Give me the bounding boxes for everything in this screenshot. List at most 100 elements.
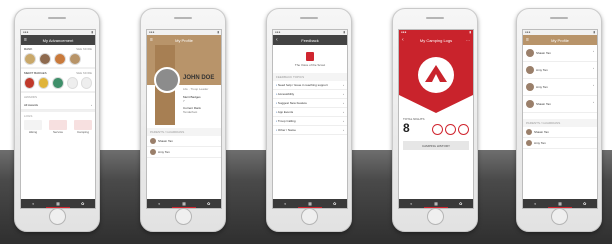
profile-name: JOHN DOE [183,75,215,81]
person-row[interactable]: Amy Tan › [523,62,597,79]
menu-icon[interactable]: ≡ [526,37,529,43]
tab-settings-icon[interactable]: ✿ [448,199,473,208]
home-button[interactable] [551,208,568,225]
camping-history-button[interactable]: CAMPING HISTORY [403,141,469,150]
tab-advancement-icon[interactable]: ▦ [45,199,71,208]
rank-badges-row [21,53,95,67]
tab-advancement-icon[interactable]: ▦ [297,199,323,208]
avatar [526,83,534,91]
log-item-service[interactable]: Service [49,120,67,134]
home-button[interactable] [175,208,192,225]
avatar [526,66,534,74]
topic-row[interactable]: ▪ Suggest New Feature › [273,99,347,108]
person-left: Shawn Tan [526,100,551,108]
tab-settings-icon[interactable]: ✿ [572,199,597,208]
avatar [526,49,534,57]
parents-label: PARENTS / GUARDIANS [150,130,185,134]
rank-badge-icon[interactable] [54,53,66,65]
topic-row[interactable]: ▪ Accessibility › [273,90,347,99]
person-name: Amy Tan [536,84,548,89]
merit-see-more-link[interactable]: SEE MORE [76,71,92,75]
merit-label: MERIT BADGES [24,71,47,75]
rank-badge-icon[interactable] [69,53,81,65]
parents-label: PARENTS / GUARDIANS [526,121,561,125]
merit-badge-icon[interactable] [24,77,36,89]
topic-row[interactable]: ▪ App Events › [273,108,347,117]
tab-advancement-icon[interactable]: ▦ [171,199,197,208]
app-header: ≡ My Profile [523,35,597,45]
rank-badge-icon[interactable] [24,53,36,65]
tab-advancement-icon[interactable]: ▦ [547,199,573,208]
merit-badge-empty-icon[interactable] [80,77,93,89]
feedback-hero: The Voice of the Scout [273,45,347,73]
tab-bar: ◐ ▦ ✿ [21,199,95,208]
tab-advancement-icon[interactable]: ▦ [423,199,449,208]
logs-label: LOGS [24,114,33,118]
person-row[interactable]: Amy Tan › [523,79,597,96]
back-icon[interactable]: ‹ [402,37,404,43]
tab-settings-icon[interactable]: ✿ [322,199,347,208]
page-title: My Profile [175,37,193,43]
rank-see-more-link[interactable]: SEE MORE [76,47,92,51]
avatar [526,129,532,135]
tab-settings-icon[interactable]: ✿ [196,199,221,208]
tab-bar: ◐ ▦ ✿ [399,199,473,208]
tab-home-icon[interactable]: ◐ [21,199,46,208]
chevron-right-icon: › [343,110,344,114]
tab-settings-icon[interactable]: ✿ [70,199,95,208]
topics-header: FEEDBACK TOPICS [273,73,347,81]
person-name: Shawn Tan [536,50,551,55]
app-header: ‹ My Camping Logs ⋯ [399,35,473,45]
phone-profile-switch: ●●● ▮ ≡ My Profile Shawn Tan › Amy Tan › Amy … [516,8,602,232]
menu-icon[interactable]: ≡ [150,37,153,43]
tab-home-icon[interactable]: ◐ [273,199,298,208]
log-item-hiking[interactable]: Hiking [24,120,42,134]
avatar [150,149,156,155]
topic-label: Need help / Issue in reaching support [277,83,328,87]
merit-badge-icon[interactable] [52,77,64,89]
feedback-flag-icon [306,51,314,61]
rank-badge-icon[interactable] [39,53,51,65]
topic-left: ▪ Troop Calling [276,119,296,123]
back-icon[interactable]: ‹ [276,37,278,43]
camping-stats: TOTAL NIGHTS 8 [399,113,473,135]
page-title: My Profile [551,37,569,43]
progress-ring-icon [432,124,443,135]
topic-row[interactable]: ▪ Other / Name › [273,126,347,135]
awards-section-header: AWARDS [21,93,95,101]
tab-home-icon[interactable]: ◐ [147,199,172,208]
person-row[interactable]: Shawn Tan › [523,45,597,62]
topic-row[interactable]: ▪ Troop Calling › [273,117,347,126]
parent-row[interactable]: Shawn Tan [147,136,221,147]
progress-ring-icon [445,124,456,135]
tab-home-icon[interactable]: ◐ [399,199,424,208]
home-button[interactable] [49,208,66,225]
topic-label: Accessibility [277,92,295,96]
person-row[interactable]: Shawn Tan › [523,96,597,113]
speaker [300,17,318,19]
avatar [526,140,532,146]
chevron-right-icon: › [593,49,594,53]
tab-home-icon[interactable]: ◐ [523,199,548,208]
hero-caption: The Voice of the Scout [294,62,326,67]
app-header: ≡ My Profile [147,35,221,45]
all-awards-row[interactable]: All Awards › [21,101,95,110]
speaker [550,17,568,19]
speaker [174,17,192,19]
merit-badge-empty-icon[interactable] [66,77,78,89]
home-button[interactable] [427,208,444,225]
topic-row[interactable]: ▪ Need help / Issue in reaching support › [273,81,347,90]
people-list: Shawn Tan › Amy Tan › Amy Tan › Shawn Tan › [523,45,597,113]
profile-banner: JOHN DOE [147,45,221,125]
rank-section-header: RANK SEE MORE [21,45,95,53]
topic-label: Other / Name [277,128,296,132]
more-icon[interactable]: ⋯ [466,38,470,43]
menu-icon[interactable]: ≡ [24,37,27,43]
parent-row[interactable]: Amy Tan [147,147,221,158]
log-item-camping[interactable]: Camping [74,120,92,134]
merit-badge-icon[interactable] [38,77,50,89]
parent-row[interactable]: Shawn Tan [523,127,597,138]
chevron-right-icon: › [343,101,344,105]
home-button[interactable] [301,208,318,225]
parent-row[interactable]: Amy Tan [523,138,597,149]
